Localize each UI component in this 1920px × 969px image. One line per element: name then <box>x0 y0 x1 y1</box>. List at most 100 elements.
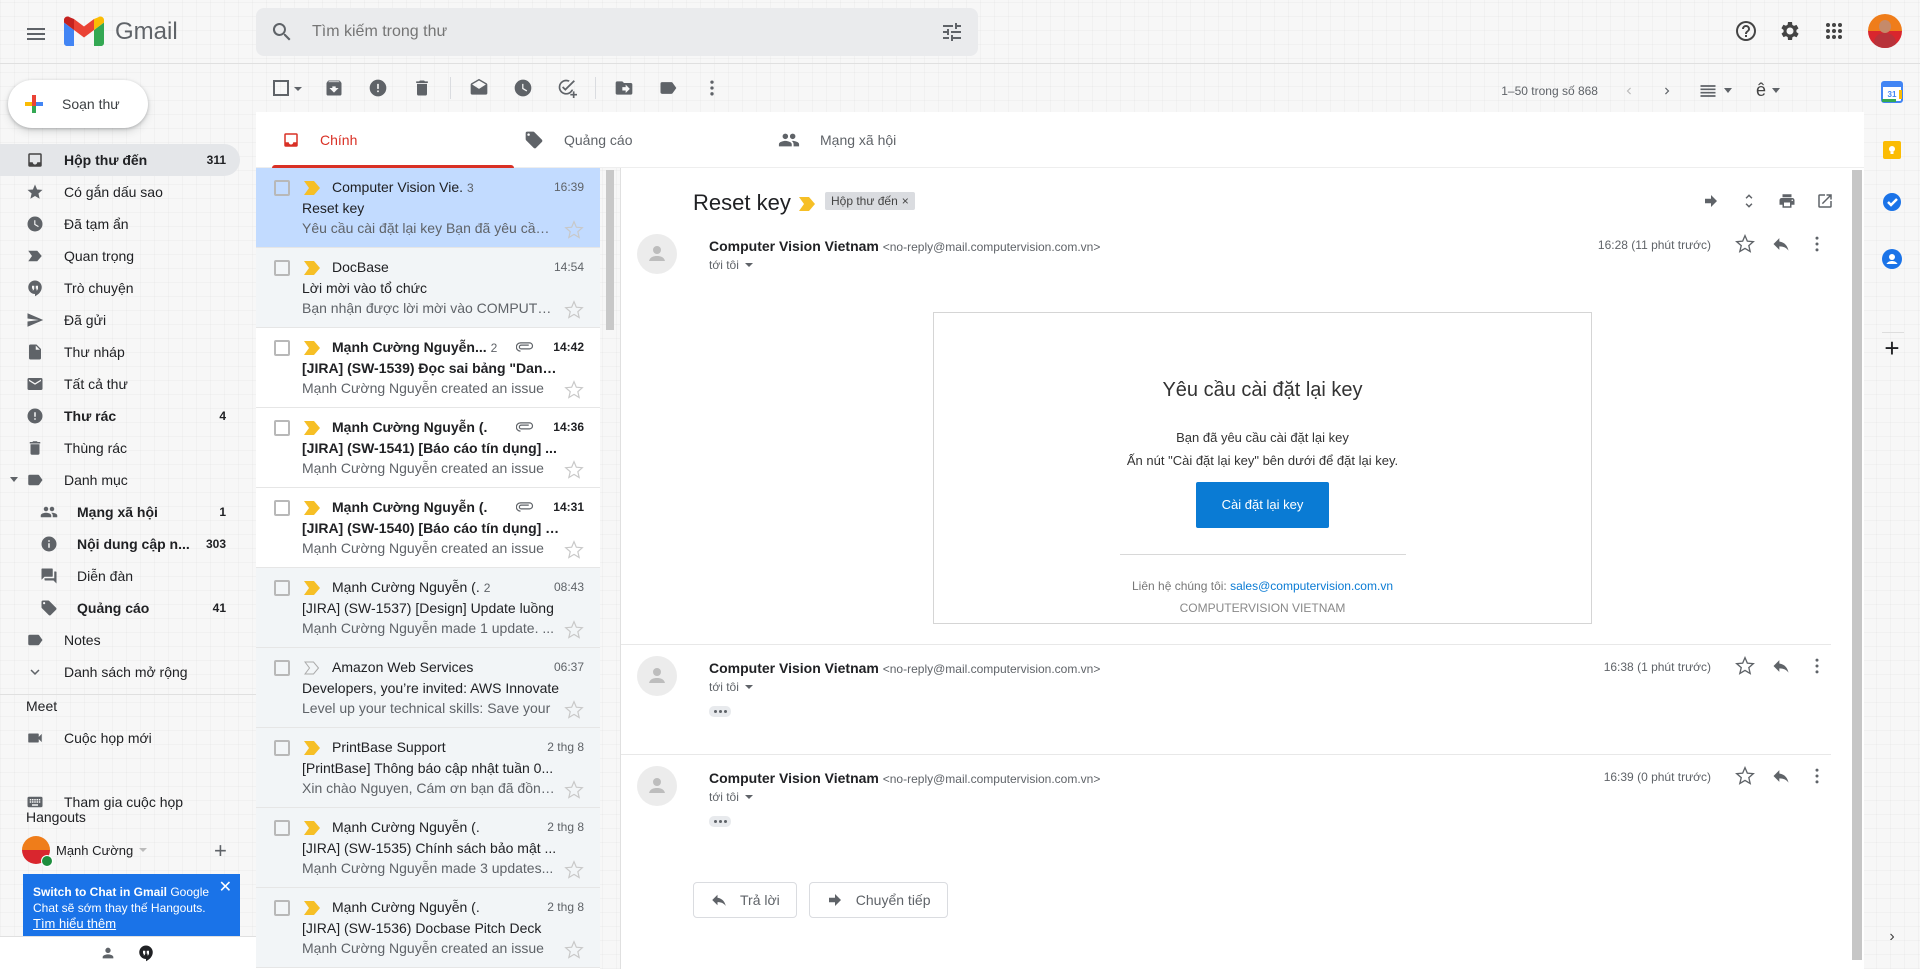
row-checkbox[interactable] <box>274 420 290 436</box>
pane-scrollbar[interactable] <box>1852 170 1862 960</box>
reply-icon[interactable] <box>1771 766 1791 786</box>
forward-button[interactable]: Chuyển tiếp <box>808 882 948 918</box>
row-checkbox[interactable] <box>274 340 290 356</box>
help-button[interactable] <box>1730 15 1762 47</box>
email-row[interactable]: Mạnh Cường Nguyễn (. 2 thg 8 [JIRA] (SW-15… <box>256 808 600 888</box>
snooze-button[interactable] <box>507 74 539 102</box>
tasks-icon[interactable] <box>1880 190 1904 214</box>
contacts-person-icon[interactable] <box>100 945 116 961</box>
star-icon[interactable] <box>564 700 584 720</box>
email-row[interactable]: Computer Vision Vie. 3 16:39 Reset key Yêu c… <box>256 168 600 248</box>
more-vert-icon[interactable] <box>1807 234 1827 254</box>
list-scrollbar[interactable] <box>606 170 614 330</box>
star-icon[interactable] <box>564 220 584 240</box>
new-conversation-plus-icon[interactable]: + <box>214 838 227 864</box>
sidebar-item[interactable]: Danh mục <box>0 464 240 496</box>
collapse-caret-icon[interactable] <box>10 477 18 482</box>
row-checkbox[interactable] <box>274 820 290 836</box>
expand-all-icon[interactable] <box>1740 192 1758 210</box>
gmail-logo[interactable] <box>64 16 104 48</box>
important-marker-icon[interactable] <box>304 181 320 195</box>
learn-more-link[interactable]: Tìm hiểu thêm <box>33 916 116 931</box>
search-options-icon[interactable] <box>940 20 964 44</box>
move-to-button[interactable] <box>608 74 640 102</box>
open-new-window-icon[interactable] <box>1816 192 1834 210</box>
archive-button[interactable] <box>318 74 350 102</box>
row-checkbox[interactable] <box>274 740 290 756</box>
sidebar-item[interactable]: Có gắn dấu sao <box>0 176 240 208</box>
calendar-icon[interactable]: 31 <box>1880 80 1904 104</box>
important-marker-icon[interactable] <box>304 421 320 435</box>
star-icon[interactable] <box>564 620 584 640</box>
email-row[interactable]: Mạnh Cường Nguyễn (. 2 08:43 [JIRA] (SW-153… <box>256 568 600 648</box>
email-row[interactable]: Amazon Web Services 06:37 Developers, you’… <box>256 648 600 728</box>
star-icon[interactable] <box>1735 766 1755 786</box>
important-marker-icon[interactable] <box>799 197 815 211</box>
sidebar-item[interactable]: Thư nháp <box>0 336 240 368</box>
recipient-details-toggle[interactable]: tới tôi <box>709 258 753 272</box>
sidebar-item[interactable]: Nội dung cập n... 303 <box>0 528 240 560</box>
star-icon[interactable] <box>564 540 584 560</box>
star-icon[interactable] <box>564 380 584 400</box>
sidebar-item[interactable]: Mạng xã hội 1 <box>0 496 240 528</box>
sidebar-item[interactable]: Đã gửi <box>0 304 240 336</box>
email-row[interactable]: PrintBase Support 2 thg 8 [PrintBase] Thôn… <box>256 728 600 808</box>
newer-chevron-left-icon[interactable] <box>1622 84 1636 98</box>
sidebar-item[interactable]: Thùng rác <box>0 432 240 464</box>
settings-button[interactable] <box>1774 15 1806 47</box>
show-trimmed-content-button[interactable] <box>709 706 731 717</box>
select-all-checkbox[interactable] <box>270 74 306 102</box>
move-arrow-icon[interactable] <box>1702 192 1720 210</box>
hangouts-chat-icon[interactable] <box>137 944 155 962</box>
tab-primary[interactable]: Chính <box>272 112 514 168</box>
row-checkbox[interactable] <box>274 500 290 516</box>
labels-button[interactable] <box>652 74 684 102</box>
email-row[interactable]: Mạnh Cường Nguyễn (. 14:31 [JIRA] (SW-1540… <box>256 488 600 568</box>
more-actions-button[interactable] <box>696 74 728 102</box>
print-icon[interactable] <box>1778 192 1796 210</box>
reset-key-button[interactable]: Cài đặt lại key <box>1195 482 1330 528</box>
sidebar-item[interactable]: Quảng cáo 41 <box>0 592 240 624</box>
recipient-details-toggle[interactable]: tới tôi <box>709 790 753 804</box>
search-icon[interactable] <box>270 20 294 44</box>
sidebar-item[interactable]: Thư rác 4 <box>0 400 240 432</box>
recipient-details-toggle[interactable]: tới tôi <box>709 680 753 694</box>
sidebar-item[interactable]: Trò chuyện <box>0 272 240 304</box>
star-icon[interactable] <box>1735 234 1755 254</box>
close-icon[interactable]: ✕ <box>219 880 232 896</box>
email-row[interactable]: Mạnh Cường Nguyễn (. 2 thg 8 [JIRA] (SW-15… <box>256 888 600 968</box>
important-marker-icon[interactable] <box>304 661 320 675</box>
important-marker-icon[interactable] <box>304 501 320 515</box>
hangouts-user[interactable]: Mạnh Cường <box>22 836 148 867</box>
row-checkbox[interactable] <box>274 180 290 196</box>
star-icon[interactable] <box>564 940 584 960</box>
sidebar-item[interactable]: Đã tạm ẩn <box>0 208 240 240</box>
input-tools-toggle[interactable]: ê <box>1756 80 1780 101</box>
mark-as-read-button[interactable] <box>463 74 495 102</box>
important-marker-icon[interactable] <box>304 341 320 355</box>
sidebar-item[interactable]: Hộp thư đến 311 <box>0 144 240 176</box>
account-avatar[interactable] <box>1868 14 1902 48</box>
star-icon[interactable] <box>564 300 584 320</box>
row-checkbox[interactable] <box>274 580 290 596</box>
tab-promotions[interactable]: Quảng cáo <box>524 112 774 168</box>
contact-email-link[interactable]: sales@computervision.com.vn <box>1230 579 1393 593</box>
row-checkbox[interactable] <box>274 260 290 276</box>
delete-button[interactable] <box>406 74 438 102</box>
important-marker-icon[interactable] <box>304 741 320 755</box>
email-row[interactable]: DocBase 14:54 Lời mời vào tổ chức Bạn nhận … <box>256 248 600 328</box>
sidebar-item[interactable]: Diễn đàn <box>0 560 240 592</box>
main-menu-button[interactable] <box>22 20 50 48</box>
important-marker-icon[interactable] <box>304 821 320 835</box>
important-marker-icon[interactable] <box>304 901 320 915</box>
meet-new-meeting[interactable]: Cuộc họp mới <box>0 722 240 754</box>
sidebar-item[interactable]: Quan trọng <box>0 240 240 272</box>
google-apps-button[interactable] <box>1818 15 1850 47</box>
row-checkbox[interactable] <box>274 900 290 916</box>
sidebar-item[interactable]: Notes <box>0 624 240 656</box>
report-spam-button[interactable] <box>362 74 394 102</box>
show-side-panel-chevron-icon[interactable]: › <box>1880 928 1904 952</box>
remove-label-icon[interactable]: × <box>902 192 909 210</box>
add-to-tasks-button[interactable] <box>551 74 583 102</box>
sidebar-item[interactable]: Danh sách mở rộng <box>0 656 240 688</box>
